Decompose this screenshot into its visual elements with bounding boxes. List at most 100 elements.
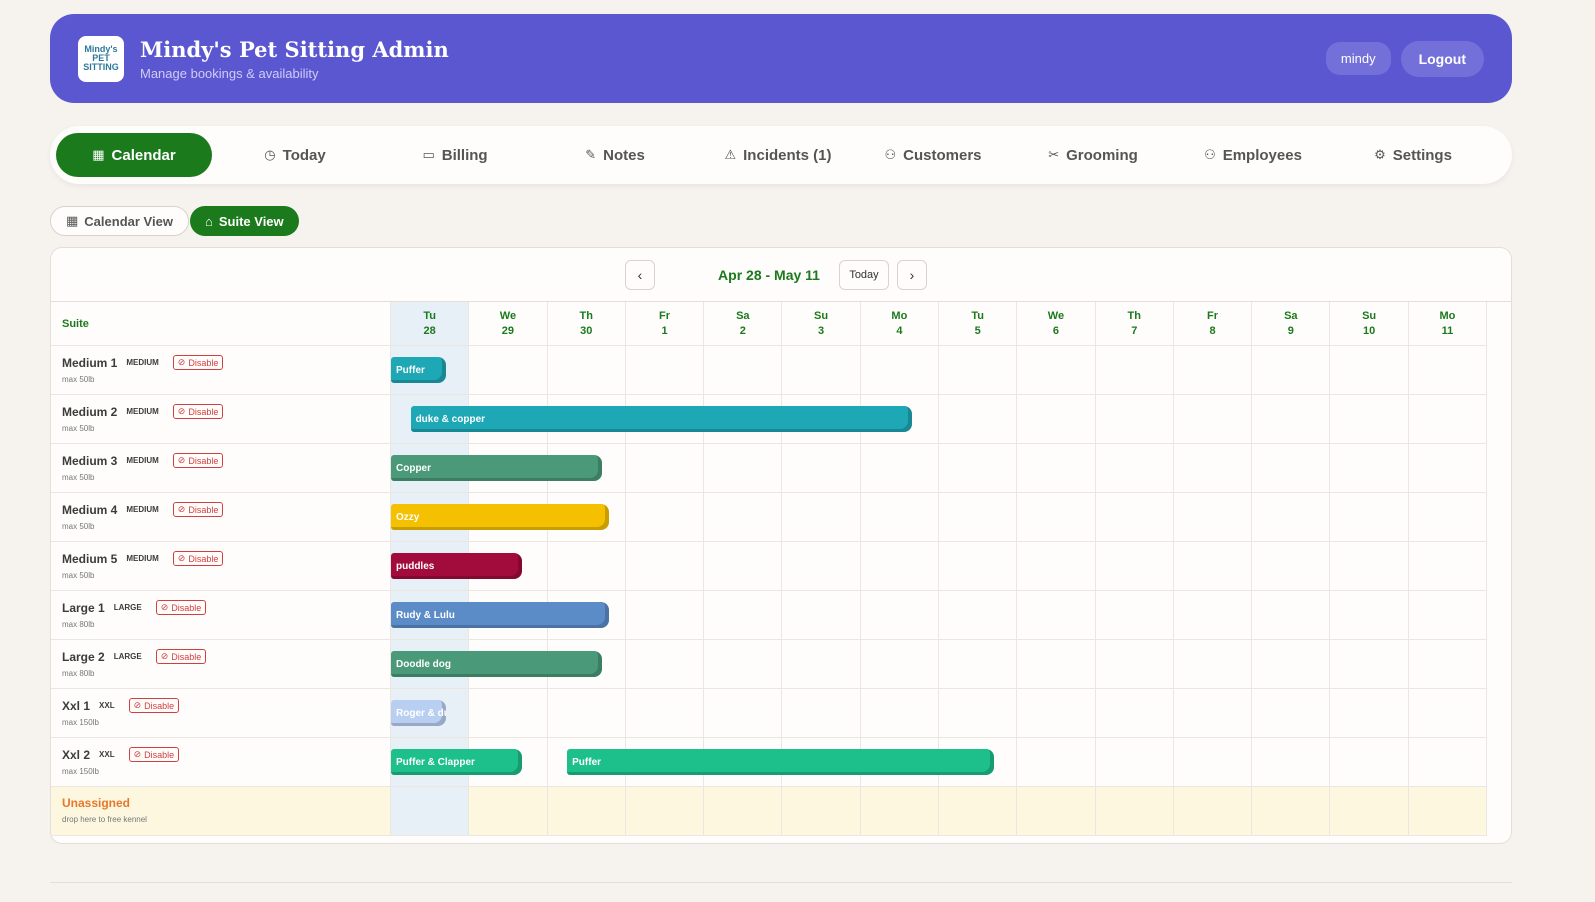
grid-cell[interactable] — [939, 640, 1018, 689]
booking-bar[interactable]: Puffer — [567, 749, 994, 775]
disable-button[interactable]: ⊘ Disable — [172, 502, 224, 517]
grid-cell[interactable] — [939, 689, 1018, 738]
grid-cell[interactable] — [1330, 689, 1409, 738]
grid-cell[interactable] — [1173, 738, 1253, 787]
grid-cell[interactable] — [1408, 444, 1488, 493]
booking-bar[interactable]: Doodle dog — [391, 651, 603, 677]
grid-cell[interactable] — [1330, 346, 1409, 395]
tab-settings[interactable]: ⚙ Settings — [1338, 133, 1488, 177]
disable-button[interactable]: ⊘ Disable — [128, 747, 180, 762]
grid-cell[interactable] — [1095, 444, 1174, 493]
grid-cell[interactable] — [704, 640, 783, 689]
grid-cell[interactable] — [1408, 591, 1488, 640]
grid-cell[interactable] — [939, 346, 1018, 395]
grid-cell[interactable] — [1330, 395, 1409, 444]
booking-bar[interactable]: puddles — [391, 553, 522, 579]
grid-cell[interactable] — [939, 787, 1018, 836]
disable-button[interactable]: ⊘ Disable — [172, 453, 224, 468]
grid-cell[interactable] — [469, 346, 548, 395]
disable-button[interactable]: ⊘ Disable — [128, 698, 180, 713]
grid-cell[interactable] — [1095, 787, 1174, 836]
grid-cell[interactable] — [1330, 787, 1409, 836]
logout-button[interactable]: Logout — [1400, 40, 1484, 77]
grid-cell[interactable] — [860, 493, 940, 542]
grid-cell[interactable] — [625, 640, 705, 689]
grid-cell[interactable] — [1017, 591, 1096, 640]
user-badge[interactable]: mindy — [1325, 42, 1391, 75]
grid-cell[interactable] — [1017, 346, 1096, 395]
grid-cell[interactable] — [391, 787, 470, 836]
tab-incidents[interactable]: ⚠ Incidents (1) — [698, 133, 858, 177]
prev-range-button[interactable]: ‹ — [625, 260, 655, 290]
grid-cell[interactable] — [1095, 395, 1174, 444]
grid-cell[interactable] — [1017, 542, 1096, 591]
grid-cell[interactable] — [782, 493, 861, 542]
grid-cell[interactable] — [860, 542, 940, 591]
grid-cell[interactable] — [1408, 738, 1488, 787]
disable-button[interactable]: ⊘ Disable — [172, 355, 224, 370]
grid-cell[interactable] — [939, 591, 1018, 640]
grid-cell[interactable] — [782, 640, 861, 689]
grid-cell[interactable] — [469, 787, 548, 836]
grid-cell[interactable] — [1173, 591, 1253, 640]
grid-cell[interactable] — [1252, 738, 1331, 787]
grid-cell[interactable] — [1252, 395, 1331, 444]
grid-cell[interactable] — [782, 444, 861, 493]
grid-cell[interactable] — [939, 395, 1018, 444]
grid-cell[interactable] — [860, 591, 940, 640]
grid-cell[interactable] — [469, 689, 548, 738]
grid-cell[interactable] — [704, 787, 783, 836]
tab-grooming[interactable]: ✂ Grooming — [1018, 133, 1168, 177]
grid-cell[interactable] — [704, 689, 783, 738]
grid-cell[interactable] — [1173, 689, 1253, 738]
grid-cell[interactable] — [1017, 689, 1096, 738]
grid-cell[interactable] — [1173, 346, 1253, 395]
grid-cell[interactable] — [1252, 346, 1331, 395]
grid-cell[interactable] — [860, 689, 940, 738]
grid-cell[interactable] — [1017, 444, 1096, 493]
tab-customers[interactable]: ⚇ Customers — [858, 133, 1008, 177]
tab-notes[interactable]: ✎ Notes — [540, 133, 690, 177]
grid-cell[interactable] — [1252, 444, 1331, 493]
grid-cell[interactable] — [782, 591, 861, 640]
booking-bar[interactable]: Rudy & Lulu — [391, 602, 609, 628]
grid-cell[interactable] — [1173, 640, 1253, 689]
grid-cell[interactable] — [1330, 542, 1409, 591]
grid-cell[interactable] — [625, 787, 705, 836]
grid-cell[interactable] — [625, 689, 705, 738]
grid-cell[interactable] — [1173, 787, 1253, 836]
grid-cell[interactable] — [1252, 640, 1331, 689]
grid-cell[interactable] — [625, 542, 705, 591]
grid-cell[interactable] — [547, 346, 626, 395]
grid-cell[interactable] — [1095, 689, 1174, 738]
grid-cell[interactable] — [1095, 591, 1174, 640]
grid-cell[interactable] — [1408, 542, 1488, 591]
tab-billing[interactable]: ▭ Billing — [380, 133, 530, 177]
grid-cell[interactable] — [704, 493, 783, 542]
grid-cell[interactable] — [1173, 493, 1253, 542]
grid-cell[interactable] — [939, 542, 1018, 591]
grid-cell[interactable] — [625, 591, 705, 640]
disable-button[interactable]: ⊘ Disable — [155, 649, 207, 664]
grid-cell[interactable] — [625, 444, 705, 493]
tab-calendar[interactable]: ▦ Calendar — [56, 133, 212, 177]
grid-cell[interactable] — [1252, 493, 1331, 542]
booking-bar[interactable]: duke & copper — [410, 406, 912, 432]
grid-cell[interactable] — [1095, 542, 1174, 591]
grid-cell[interactable] — [1330, 493, 1409, 542]
grid-cell[interactable] — [1017, 493, 1096, 542]
grid-cell[interactable] — [782, 346, 861, 395]
grid-cell[interactable] — [1252, 591, 1331, 640]
booking-bar[interactable]: Puffer — [391, 357, 446, 383]
disable-button[interactable]: ⊘ Disable — [172, 404, 224, 419]
grid-cell[interactable] — [1330, 640, 1409, 689]
grid-cell[interactable] — [1408, 640, 1488, 689]
grid-cell[interactable] — [1095, 346, 1174, 395]
grid-cell[interactable] — [1173, 444, 1253, 493]
grid-cell[interactable] — [782, 689, 861, 738]
grid-cell[interactable] — [939, 444, 1018, 493]
grid-cell[interactable] — [1408, 689, 1488, 738]
grid-cell[interactable] — [1408, 395, 1488, 444]
grid-cell[interactable] — [782, 787, 861, 836]
tab-today[interactable]: ◷ Today — [220, 133, 370, 177]
